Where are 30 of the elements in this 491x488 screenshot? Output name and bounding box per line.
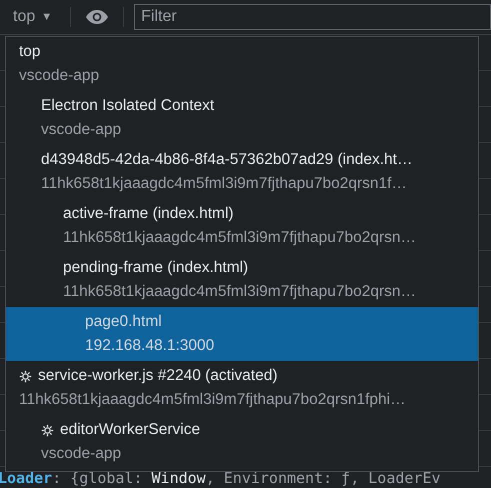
context-item[interactable]: service-worker.js #2240 (activated) 11hk658t1kjaaagdc4m5fml3i9m7fjthapu7bo2qrsn1fphi… <box>6 361 478 415</box>
context-title: page0.html <box>85 312 162 332</box>
context-item[interactable]: Electron Isolated Context vscode-app <box>6 91 478 145</box>
context-title: service-worker.js #2240 (activated) <box>38 366 278 386</box>
context-item[interactable]: pending-frame (index.html) 11hk658t1kjaaagdc4m5fml3i9m7fjthapu7bo2qrsn… <box>6 253 478 307</box>
context-item[interactable]: top vscode-app <box>6 37 478 91</box>
context-item[interactable]: d43948d5-42da-4b86-8f4a-57362b07ad29 (index.ht… 11hk658t1kjaaagdc4m5fml3i9m7fjthapu7bo2qrsn1f… <box>6 145 478 199</box>
filter-field[interactable]: Filter <box>134 4 491 30</box>
context-title: editorWorkerService <box>60 420 200 440</box>
context-origin: 192.168.48.1:3000 <box>85 336 216 356</box>
context-title: Electron Isolated Context <box>41 96 214 116</box>
context-origin: vscode-app <box>19 66 100 86</box>
console-line: Loader: {global: Window, Environment: ƒ, LoaderEv <box>0 469 441 487</box>
context-item[interactable]: editorWorkerService vscode-app <box>6 415 478 469</box>
context-origin: vscode-app <box>41 120 122 140</box>
context-item[interactable]: active-frame (index.html) 11hk658t1kjaaagdc4m5fml3i9m7fjthapu7bo2qrsn… <box>6 199 478 253</box>
context-item[interactable]: page0.html 192.168.48.1:3000 <box>6 307 478 361</box>
context-origin: 11hk658t1kjaaagdc4m5fml3i9m7fjthapu7bo2qrsn… <box>63 282 417 302</box>
gear-icon <box>19 370 32 382</box>
context-title: d43948d5-42da-4b86-8f4a-57362b07ad29 (index.ht… <box>41 150 412 170</box>
eye-icon[interactable] <box>85 9 110 25</box>
context-origin: 11hk658t1kjaaagdc4m5fml3i9m7fjthapu7bo2qrsn… <box>63 228 417 248</box>
context-origin: 11hk658t1kjaaagdc4m5fml3i9m7fjthapu7bo2qrsn1fphi… <box>19 390 407 410</box>
context-title: pending-frame (index.html) <box>63 258 248 278</box>
context-origin: 11hk658t1kjaaagdc4m5fml3i9m7fjthapu7bo2qrsn1f… <box>41 174 408 194</box>
context-origin: vscode-app <box>41 444 122 464</box>
context-title: top <box>19 42 41 62</box>
context-title: active-frame (index.html) <box>63 204 234 224</box>
context-selector[interactable]: top ▼ <box>0 8 60 26</box>
gear-icon <box>41 424 54 436</box>
